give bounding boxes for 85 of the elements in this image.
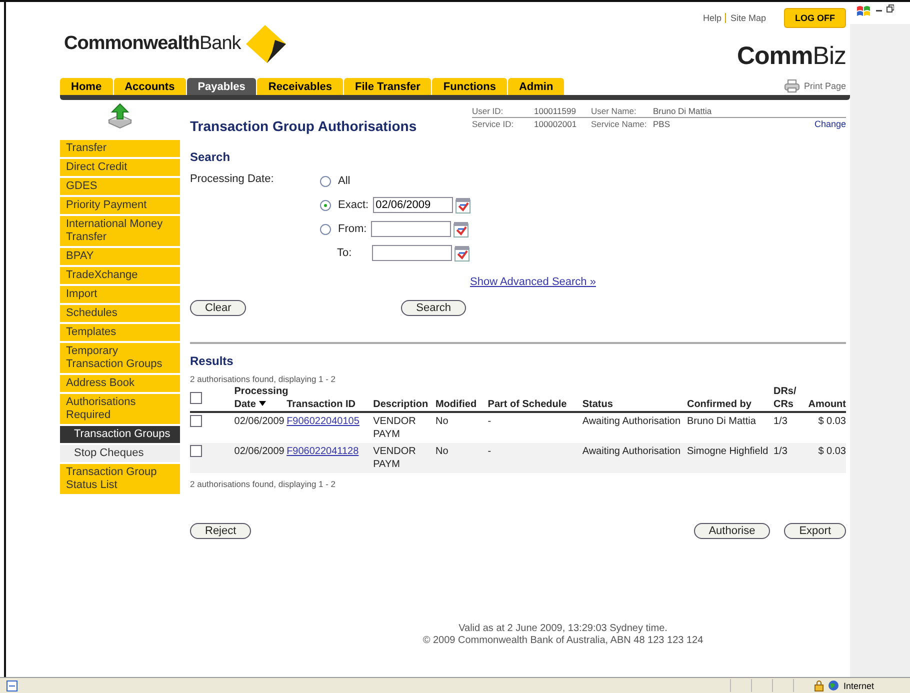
- option-label: To:: [337, 247, 353, 259]
- commbiz-logo: CommBiz: [736, 42, 846, 71]
- table-cell: 02/06/2009: [234, 416, 284, 427]
- column-header[interactable]: Amount: [808, 398, 846, 411]
- section-heading: Search: [190, 150, 232, 164]
- info-value: PBS: [653, 118, 672, 130]
- change-link[interactable]: Change: [814, 118, 846, 130]
- nav-tab[interactable]: Payables: [186, 78, 256, 95]
- nav-tab[interactable]: Receivables: [257, 78, 343, 95]
- page-title: Transaction Group Authorisations: [190, 118, 418, 134]
- table-cell: VENDOR PAYM: [373, 416, 416, 440]
- table-cell: $ 0.03: [818, 416, 846, 427]
- logoff-button[interactable]: LOG OFF: [784, 8, 846, 28]
- table-cell: Awaiting Authorisation: [582, 446, 681, 457]
- sidebar-item[interactable]: Direct Credit: [60, 159, 180, 176]
- section-heading: Results: [190, 354, 234, 368]
- sidebar-item[interactable]: BPAY: [60, 248, 180, 265]
- export-button[interactable]: Export: [784, 523, 846, 539]
- info-label: User ID:: [472, 105, 534, 118]
- transaction-link[interactable]: F906022040105: [286, 416, 360, 427]
- table-cell: 1/3: [773, 446, 788, 457]
- table-cell: Bruno Di Mattia: [686, 416, 756, 427]
- sidebar-item[interactable]: TradeXchange: [60, 267, 180, 284]
- table-cell: Awaiting Authorisation: [582, 416, 681, 427]
- info-label: Service Name:: [591, 118, 648, 130]
- sidebar-item[interactable]: Transaction Group Status List: [60, 464, 180, 494]
- sidebar-item[interactable]: Transfer: [60, 140, 180, 157]
- info-value: Bruno Di Mattia: [653, 105, 814, 118]
- search-button[interactable]: Search: [401, 300, 466, 316]
- results-summary: 2 authorisations found, displaying 1 - 2: [190, 479, 337, 489]
- info-value: 100011599: [534, 105, 591, 118]
- security-zone-label: Internet: [843, 680, 875, 690]
- nav-tab[interactable]: Accounts: [114, 78, 186, 95]
- footer-text: © 2009 Commonwealth Bank of Australia, ABN 48 123 123 124: [422, 635, 704, 646]
- column-header[interactable]: Part of Schedule: [488, 398, 567, 411]
- column-header[interactable]: Processing Date: [234, 385, 288, 411]
- option-label: All: [338, 175, 350, 187]
- transaction-link[interactable]: F906022041128: [286, 446, 359, 457]
- advanced-search-link[interactable]: Show Advanced Search »: [470, 276, 596, 288]
- option-label: From:: [338, 223, 367, 235]
- header-link[interactable]: Help: [702, 13, 722, 23]
- info-label: User Name:: [591, 105, 653, 118]
- sidebar-item[interactable]: Address Book: [60, 375, 180, 392]
- sidebar-item[interactable]: GDES: [60, 178, 180, 195]
- sidebar-item[interactable]: International Money Transfer: [60, 216, 180, 246]
- column-header[interactable]: Status: [582, 398, 613, 411]
- sidebar-item[interactable]: Import: [60, 286, 180, 303]
- authorise-button[interactable]: Authorise: [694, 523, 770, 539]
- sidebar-item[interactable]: Schedules: [60, 305, 180, 322]
- info-value: 100002001: [534, 118, 578, 130]
- sidebar-item[interactable]: Temporary Transaction Groups: [60, 343, 180, 373]
- nav-tab[interactable]: Admin: [508, 78, 564, 95]
- table-cell: 1/3: [773, 416, 788, 427]
- bank-logo: CommonwealthBank: [64, 33, 241, 55]
- table-cell: 02/06/2009: [234, 446, 284, 457]
- print-page-link[interactable]: Print Page: [804, 81, 846, 91]
- table-cell: Simogne Highfield: [686, 446, 768, 457]
- reject-button[interactable]: Reject: [190, 523, 252, 539]
- column-header[interactable]: Transaction ID: [286, 398, 356, 411]
- info-label: Service ID:: [472, 118, 515, 130]
- table-cell: -: [488, 416, 492, 427]
- sidebar-item[interactable]: Templates: [60, 324, 180, 341]
- column-header[interactable]: DRs/ CRs: [773, 385, 800, 411]
- nav-tab[interactable]: Home: [60, 78, 113, 95]
- sidebar-item[interactable]: Stop Cheques: [60, 445, 180, 462]
- nav-tab[interactable]: Functions: [432, 78, 507, 95]
- table-cell: VENDOR PAYM: [373, 446, 416, 470]
- sidebar-item[interactable]: Authorisations Required: [60, 394, 180, 424]
- footer-text: Valid as at 2 June 2009, 13:29:03 Sydney time.: [458, 623, 668, 634]
- clear-button[interactable]: Clear: [190, 300, 246, 316]
- sidebar-item[interactable]: Priority Payment: [60, 197, 180, 214]
- results-summary: 2 authorisations found, displaying 1 - 2: [190, 374, 337, 384]
- table-cell: $ 0.03: [818, 446, 846, 457]
- column-header[interactable]: Confirmed by: [686, 398, 752, 411]
- field-label: Processing Date:: [190, 172, 275, 187]
- table-cell: No: [435, 446, 448, 457]
- header-link[interactable]: Site Map: [725, 13, 766, 23]
- table-cell: -: [488, 446, 492, 457]
- option-label: Exact:: [338, 199, 369, 211]
- sidebar-item[interactable]: Transaction Groups: [60, 426, 180, 443]
- column-header[interactable]: Description: [373, 398, 428, 411]
- column-header[interactable]: Modified: [435, 398, 477, 411]
- table-cell: No: [435, 416, 448, 427]
- date-field[interactable]: 02/06/2009: [372, 197, 453, 213]
- nav-tab[interactable]: File Transfer: [344, 78, 432, 95]
